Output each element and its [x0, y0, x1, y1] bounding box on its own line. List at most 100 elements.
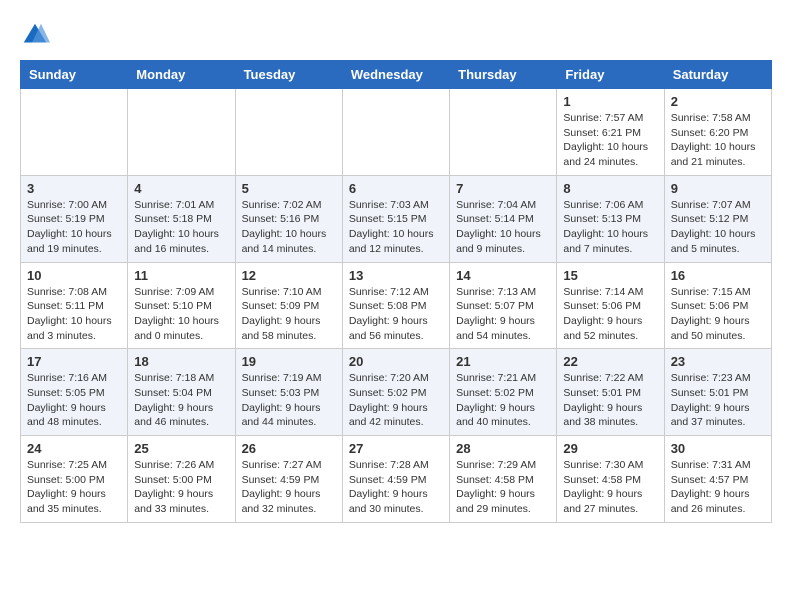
calendar-cell: 15 Sunrise: 7:14 AM Sunset: 5:06 PM Dayli… [557, 262, 664, 349]
day-info: Sunrise: 7:03 AM Sunset: 5:15 PM Dayligh… [349, 198, 443, 257]
day-info: Sunrise: 7:12 AM Sunset: 5:08 PM Dayligh… [349, 285, 443, 344]
day-number: 26 [242, 441, 336, 456]
day-info: Sunrise: 7:27 AM Sunset: 4:59 PM Dayligh… [242, 458, 336, 517]
day-number: 3 [27, 181, 121, 196]
day-info: Sunrise: 7:20 AM Sunset: 5:02 PM Dayligh… [349, 371, 443, 430]
day-number: 14 [456, 268, 550, 283]
day-number: 23 [671, 354, 765, 369]
day-info: Sunrise: 7:28 AM Sunset: 4:59 PM Dayligh… [349, 458, 443, 517]
day-info: Sunrise: 7:04 AM Sunset: 5:14 PM Dayligh… [456, 198, 550, 257]
day-number: 16 [671, 268, 765, 283]
day-info: Sunrise: 7:00 AM Sunset: 5:19 PM Dayligh… [27, 198, 121, 257]
day-number: 17 [27, 354, 121, 369]
weekday-header: Friday [557, 61, 664, 89]
day-number: 20 [349, 354, 443, 369]
page: SundayMondayTuesdayWednesdayThursdayFrid… [0, 0, 792, 533]
day-info: Sunrise: 7:29 AM Sunset: 4:58 PM Dayligh… [456, 458, 550, 517]
calendar-row: 3 Sunrise: 7:00 AM Sunset: 5:19 PM Daylig… [21, 175, 772, 262]
logo [20, 20, 54, 50]
day-number: 7 [456, 181, 550, 196]
calendar-cell: 2 Sunrise: 7:58 AM Sunset: 6:20 PM Daylig… [664, 89, 771, 176]
weekday-header: Thursday [450, 61, 557, 89]
weekday-header: Monday [128, 61, 235, 89]
day-info: Sunrise: 7:25 AM Sunset: 5:00 PM Dayligh… [27, 458, 121, 517]
header [20, 20, 772, 50]
calendar-cell: 20 Sunrise: 7:20 AM Sunset: 5:02 PM Dayli… [342, 349, 449, 436]
day-info: Sunrise: 7:16 AM Sunset: 5:05 PM Dayligh… [27, 371, 121, 430]
day-number: 24 [27, 441, 121, 456]
calendar-cell: 1Sunrise: 7:57 AM Sunset: 6:21 PM Daylig… [557, 89, 664, 176]
day-number: 13 [349, 268, 443, 283]
calendar-cell: 27 Sunrise: 7:28 AM Sunset: 4:59 PM Dayli… [342, 436, 449, 523]
calendar-cell: 7 Sunrise: 7:04 AM Sunset: 5:14 PM Daylig… [450, 175, 557, 262]
day-number: 1 [563, 94, 657, 109]
calendar-cell: 18 Sunrise: 7:18 AM Sunset: 5:04 PM Dayli… [128, 349, 235, 436]
day-number: 21 [456, 354, 550, 369]
day-number: 11 [134, 268, 228, 283]
calendar-cell: 5Sunrise: 7:02 AM Sunset: 5:16 PM Daylig… [235, 175, 342, 262]
day-info: Sunrise: 7:09 AM Sunset: 5:10 PM Dayligh… [134, 285, 228, 344]
calendar-cell: 26 Sunrise: 7:27 AM Sunset: 4:59 PM Dayli… [235, 436, 342, 523]
calendar-cell: 10 Sunrise: 7:08 AM Sunset: 5:11 PM Dayli… [21, 262, 128, 349]
day-number: 5 [242, 181, 336, 196]
weekday-header-row: SundayMondayTuesdayWednesdayThursdayFrid… [21, 61, 772, 89]
calendar-cell [21, 89, 128, 176]
calendar-cell: 8 Sunrise: 7:06 AM Sunset: 5:13 PM Daylig… [557, 175, 664, 262]
calendar-cell: 6 Sunrise: 7:03 AM Sunset: 5:15 PM Daylig… [342, 175, 449, 262]
calendar-cell: 30 Sunrise: 7:31 AM Sunset: 4:57 PM Dayli… [664, 436, 771, 523]
day-number: 22 [563, 354, 657, 369]
calendar-cell: 29 Sunrise: 7:30 AM Sunset: 4:58 PM Dayli… [557, 436, 664, 523]
day-number: 19 [242, 354, 336, 369]
calendar-cell [128, 89, 235, 176]
day-number: 30 [671, 441, 765, 456]
day-number: 18 [134, 354, 228, 369]
day-info: Sunrise: 7:06 AM Sunset: 5:13 PM Dayligh… [563, 198, 657, 257]
day-number: 15 [563, 268, 657, 283]
calendar-row: 10 Sunrise: 7:08 AM Sunset: 5:11 PM Dayli… [21, 262, 772, 349]
calendar-body: 1Sunrise: 7:57 AM Sunset: 6:21 PM Daylig… [21, 89, 772, 523]
calendar-cell: 3 Sunrise: 7:00 AM Sunset: 5:19 PM Daylig… [21, 175, 128, 262]
calendar: SundayMondayTuesdayWednesdayThursdayFrid… [20, 60, 772, 523]
calendar-cell [450, 89, 557, 176]
calendar-cell: 28 Sunrise: 7:29 AM Sunset: 4:58 PM Dayli… [450, 436, 557, 523]
day-number: 28 [456, 441, 550, 456]
calendar-cell [235, 89, 342, 176]
weekday-header: Tuesday [235, 61, 342, 89]
day-number: 6 [349, 181, 443, 196]
day-info: Sunrise: 7:26 AM Sunset: 5:00 PM Dayligh… [134, 458, 228, 517]
day-info: Sunrise: 7:30 AM Sunset: 4:58 PM Dayligh… [563, 458, 657, 517]
calendar-cell: 24 Sunrise: 7:25 AM Sunset: 5:00 PM Dayli… [21, 436, 128, 523]
day-info: Sunrise: 7:23 AM Sunset: 5:01 PM Dayligh… [671, 371, 765, 430]
day-info: Sunrise: 7:58 AM Sunset: 6:20 PM Dayligh… [671, 111, 765, 170]
day-number: 12 [242, 268, 336, 283]
day-number: 8 [563, 181, 657, 196]
day-info: Sunrise: 7:14 AM Sunset: 5:06 PM Dayligh… [563, 285, 657, 344]
day-info: Sunrise: 7:31 AM Sunset: 4:57 PM Dayligh… [671, 458, 765, 517]
calendar-header: SundayMondayTuesdayWednesdayThursdayFrid… [21, 61, 772, 89]
day-number: 27 [349, 441, 443, 456]
logo-icon [20, 20, 50, 50]
day-number: 29 [563, 441, 657, 456]
day-info: Sunrise: 7:13 AM Sunset: 5:07 PM Dayligh… [456, 285, 550, 344]
weekday-header: Saturday [664, 61, 771, 89]
calendar-row: 17 Sunrise: 7:16 AM Sunset: 5:05 PM Dayli… [21, 349, 772, 436]
day-number: 9 [671, 181, 765, 196]
day-info: Sunrise: 7:18 AM Sunset: 5:04 PM Dayligh… [134, 371, 228, 430]
calendar-cell: 21 Sunrise: 7:21 AM Sunset: 5:02 PM Dayli… [450, 349, 557, 436]
day-info: Sunrise: 7:10 AM Sunset: 5:09 PM Dayligh… [242, 285, 336, 344]
calendar-cell: 14 Sunrise: 7:13 AM Sunset: 5:07 PM Dayli… [450, 262, 557, 349]
day-number: 4 [134, 181, 228, 196]
calendar-cell: 11 Sunrise: 7:09 AM Sunset: 5:10 PM Dayli… [128, 262, 235, 349]
calendar-cell: 12 Sunrise: 7:10 AM Sunset: 5:09 PM Dayli… [235, 262, 342, 349]
day-info: Sunrise: 7:19 AM Sunset: 5:03 PM Dayligh… [242, 371, 336, 430]
calendar-cell: 17 Sunrise: 7:16 AM Sunset: 5:05 PM Dayli… [21, 349, 128, 436]
day-info: Sunrise: 7:07 AM Sunset: 5:12 PM Dayligh… [671, 198, 765, 257]
calendar-cell [342, 89, 449, 176]
weekday-header: Wednesday [342, 61, 449, 89]
calendar-cell: 23 Sunrise: 7:23 AM Sunset: 5:01 PM Dayli… [664, 349, 771, 436]
day-number: 2 [671, 94, 765, 109]
calendar-cell: 16Sunrise: 7:15 AM Sunset: 5:06 PM Dayli… [664, 262, 771, 349]
day-number: 10 [27, 268, 121, 283]
day-info: Sunrise: 7:21 AM Sunset: 5:02 PM Dayligh… [456, 371, 550, 430]
day-info: Sunrise: 7:08 AM Sunset: 5:11 PM Dayligh… [27, 285, 121, 344]
